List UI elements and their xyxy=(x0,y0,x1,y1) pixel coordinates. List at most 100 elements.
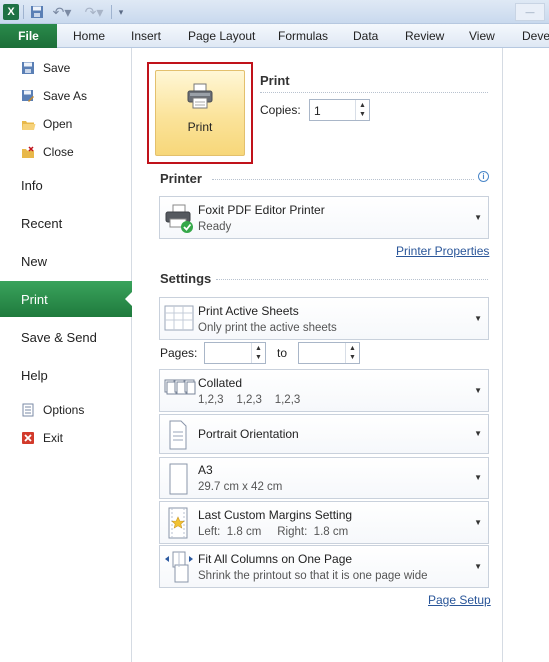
chevron-down-icon: ▼ xyxy=(474,473,482,482)
printer-dropdown[interactable]: Foxit PDF Editor Printer Ready ▼ xyxy=(159,196,489,239)
nav-open-label: Open xyxy=(43,117,73,131)
nav-save-as[interactable]: Save As xyxy=(20,86,87,106)
print-what-sub: Only print the active sheets xyxy=(198,322,337,334)
print-what-dropdown[interactable]: Print Active Sheets Only print the activ… xyxy=(159,297,489,340)
printer-properties-link[interactable]: Printer Properties xyxy=(396,244,489,258)
chevron-down-icon: ▼ xyxy=(474,518,482,527)
minimize-icon[interactable]: — xyxy=(515,3,545,21)
nav-options[interactable]: Options xyxy=(20,400,84,420)
pages-label: Pages: xyxy=(160,346,198,360)
scaling-dropdown[interactable]: Fit All Columns on One Page Shrink the p… xyxy=(159,545,489,588)
nav-save-send-label: Save & Send xyxy=(21,329,97,345)
to-label: to xyxy=(277,346,288,360)
undo-icon[interactable]: ↶▾ xyxy=(51,3,73,21)
nav-info[interactable]: Info xyxy=(0,167,132,203)
excel-logo-icon[interactable]: X xyxy=(3,4,19,20)
paper-size-sub: 29.7 cm x 42 cm xyxy=(198,481,283,493)
printer-heading: Printer xyxy=(160,171,202,186)
printer-status: Ready xyxy=(198,221,232,233)
nav-new-label: New xyxy=(21,253,48,269)
pages-from-spin-arrows[interactable]: ▲ ▼ xyxy=(251,343,265,363)
copies-label: Copies: xyxy=(260,103,301,117)
margins-sub: Left: 1.8 cm Right: 1.8 cm xyxy=(198,526,349,538)
orientation-dropdown[interactable]: Portrait Orientation ▼ xyxy=(159,414,489,454)
nav-print[interactable]: Print xyxy=(0,281,132,317)
info-icon[interactable]: i xyxy=(478,171,489,182)
printer-name: Foxit PDF Editor Printer xyxy=(198,203,325,217)
tab-page-layout[interactable]: Page Layout xyxy=(188,24,255,48)
open-folder-icon xyxy=(20,116,36,132)
chevron-down-icon: ▼ xyxy=(474,429,482,438)
nav-save-send[interactable]: Save & Send xyxy=(0,319,132,355)
print-button[interactable]: Print xyxy=(155,70,245,156)
portrait-page-icon xyxy=(164,420,190,453)
copies-stepper[interactable]: 1 ▲ ▼ xyxy=(309,99,370,121)
print-preview-area xyxy=(504,48,549,662)
print-what-title: Print Active Sheets xyxy=(198,304,299,318)
nav-recent-label: Recent xyxy=(21,215,63,231)
pages-from-stepper[interactable]: ▲ ▼ xyxy=(204,342,266,364)
backstage-nav: Save Save As Open Close Info Recent New … xyxy=(0,48,132,662)
chevron-down-icon: ▼ xyxy=(474,213,482,222)
orientation-title: Portrait Orientation xyxy=(198,427,299,441)
collated-icon xyxy=(164,377,196,406)
nav-close[interactable]: Close xyxy=(20,142,74,162)
chevron-down-icon: ▼ xyxy=(474,562,482,571)
nav-save-as-label: Save As xyxy=(43,89,88,103)
paper-size-title: A3 xyxy=(198,463,213,477)
scaling-sub: Shrink the printout so that it is one pa… xyxy=(198,570,428,582)
save-icon xyxy=(20,60,36,76)
print-button-highlight: Print xyxy=(147,62,253,164)
pages-to-spin-arrows[interactable]: ▲ ▼ xyxy=(345,343,359,363)
nav-save-label: Save xyxy=(43,61,71,75)
tab-developer[interactable]: Devel xyxy=(522,24,549,48)
nav-exit[interactable]: Exit xyxy=(20,428,63,448)
collation-title: Collated xyxy=(198,376,243,390)
collation-sub: 1,2,3 1,2,3 1,2,3 xyxy=(198,394,301,406)
divider xyxy=(212,179,474,180)
pages-to-stepper[interactable]: ▲ ▼ xyxy=(298,342,360,364)
options-icon xyxy=(20,402,36,418)
tab-view[interactable]: View xyxy=(469,24,495,48)
nav-print-label: Print xyxy=(21,291,48,307)
redo-icon[interactable]: ↷▾ xyxy=(83,3,105,21)
nav-options-label: Options xyxy=(43,403,85,417)
nav-close-label: Close xyxy=(43,145,74,159)
tab-insert[interactable]: Insert xyxy=(131,24,161,48)
save-as-icon xyxy=(20,88,36,104)
printer-icon xyxy=(164,203,194,238)
printer-icon xyxy=(186,83,214,112)
margins-dropdown[interactable]: Last Custom Margins Setting Left: 1.8 cm… xyxy=(159,501,489,544)
tab-file[interactable]: File xyxy=(0,24,57,48)
nav-help[interactable]: Help xyxy=(0,357,132,393)
divider xyxy=(216,279,488,280)
divider xyxy=(260,92,488,93)
nav-save[interactable]: Save xyxy=(20,58,70,78)
settings-heading: Settings xyxy=(160,271,212,286)
print-button-label: Print xyxy=(187,120,213,134)
tab-home[interactable]: Home xyxy=(73,24,105,48)
copies-value: 1 xyxy=(314,104,321,118)
page-setup-link[interactable]: Page Setup xyxy=(428,593,491,607)
nav-open[interactable]: Open xyxy=(20,114,72,134)
nav-exit-label: Exit xyxy=(43,431,64,445)
ribbon-tabs: File Home Insert Page Layout Formulas Da… xyxy=(0,24,549,48)
tab-review[interactable]: Review xyxy=(405,24,444,48)
nav-new[interactable]: New xyxy=(0,243,132,279)
collation-dropdown[interactable]: Collated 1,2,3 1,2,3 1,2,3 ▼ xyxy=(159,369,489,412)
custom-margins-icon xyxy=(164,507,190,542)
chevron-down-icon: ▼ xyxy=(474,386,482,395)
save-icon[interactable] xyxy=(29,3,45,21)
customize-quick-access-icon[interactable]: ▾ xyxy=(116,3,126,21)
paper-size-dropdown[interactable]: A3 29.7 cm x 42 cm ▼ xyxy=(159,457,489,499)
copies-spin-arrows[interactable]: ▲ ▼ xyxy=(355,100,369,120)
close-folder-icon xyxy=(20,144,36,160)
nav-recent[interactable]: Recent xyxy=(0,205,132,241)
active-sheets-icon xyxy=(164,305,194,334)
tab-data[interactable]: Data xyxy=(353,24,378,48)
print-heading: Print xyxy=(260,73,290,88)
separator xyxy=(111,5,112,19)
scaling-title: Fit All Columns on One Page xyxy=(198,552,353,566)
tab-formulas[interactable]: Formulas xyxy=(278,24,328,48)
paper-size-icon xyxy=(164,463,190,498)
